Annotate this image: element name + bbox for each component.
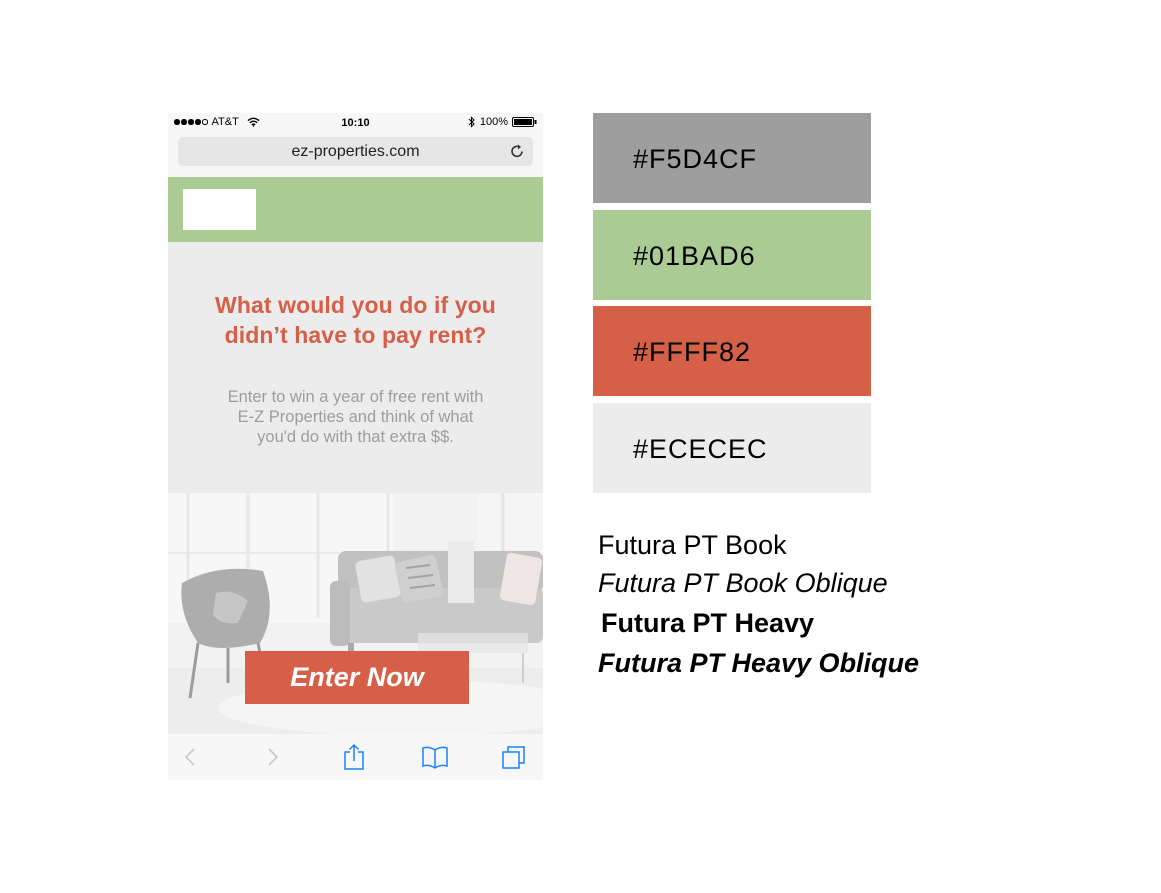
living-room-photo: Enter Now [168, 493, 543, 734]
font-sample-book-oblique: Futura PT Book Oblique [598, 568, 888, 598]
hero-headline: What would you do if you didn’t have to … [188, 290, 523, 350]
address-bar[interactable]: ez-properties.com [178, 137, 533, 166]
hero-body-text: Enter to win a year of free rent with E-… [208, 387, 503, 447]
font-sample-heavy-oblique: Futura PT Heavy Oblique [598, 648, 920, 678]
forward-icon [268, 748, 279, 766]
status-right: 100% [468, 116, 537, 128]
bookmarks-button[interactable] [420, 743, 450, 771]
hero-headline-line: didn’t have to pay rent? [224, 322, 487, 348]
forward-button[interactable] [258, 743, 288, 771]
tabs-icon [502, 746, 525, 769]
site-header [168, 177, 543, 242]
back-button[interactable] [175, 743, 205, 771]
hero-body-line: Enter to win a year of free rent with [227, 388, 484, 406]
palette-swatch: #ECECEC [593, 403, 871, 493]
logo-placeholder[interactable] [183, 189, 256, 230]
hero-body-line: E-Z Properties and think of what [237, 408, 474, 426]
font-sample-book: Futura PT Book [598, 530, 787, 560]
bookmarks-icon [422, 746, 448, 769]
battery-icon [512, 117, 537, 127]
palette-swatch: #F5D4CF [593, 113, 871, 203]
reload-icon[interactable] [509, 143, 525, 159]
palette-swatch: #01BAD6 [593, 210, 871, 300]
hero-section: What would you do if you didn’t have to … [168, 242, 543, 493]
status-bar: AT&T 10:10 100% [168, 113, 543, 133]
palette-swatch: #FFFF82 [593, 306, 871, 396]
enter-now-button[interactable]: Enter Now [245, 651, 469, 704]
share-button[interactable] [339, 743, 369, 771]
bluetooth-icon [468, 116, 475, 128]
battery-percent: 100% [479, 116, 508, 128]
url-text[interactable]: ez-properties.com [178, 143, 533, 161]
font-sample-heavy: Futura PT Heavy [601, 608, 815, 638]
swatch-label: #FFFF82 [633, 337, 752, 367]
swatch-label: #ECECEC [633, 434, 768, 464]
web-content: What would you do if you didn’t have to … [168, 177, 543, 734]
phone-mockup: AT&T 10:10 100% ez-properties.com What w… [168, 113, 543, 780]
swatch-label: #F5D4CF [633, 144, 758, 174]
back-icon [184, 748, 195, 766]
hero-body-line: you'd do with that extra $$. [257, 428, 454, 446]
hero-headline-line: What would you do if you [215, 292, 496, 318]
browser-toolbar [168, 734, 543, 780]
swatch-label: #01BAD6 [633, 241, 756, 271]
share-icon [344, 743, 364, 770]
tabs-button[interactable] [499, 743, 529, 771]
